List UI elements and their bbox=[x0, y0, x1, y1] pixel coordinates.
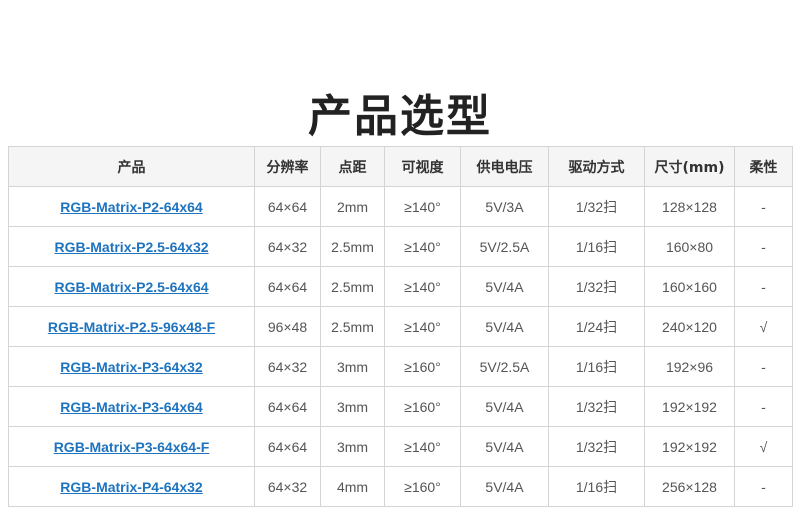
resolution-cell: 64×64 bbox=[254, 386, 321, 427]
size-cell: 160×160 bbox=[644, 266, 735, 307]
header-drive-mode: 驱动方式 bbox=[548, 146, 645, 187]
power-supply-cell: 5V/4A bbox=[460, 426, 549, 467]
viewing-angle-cell: ≥160° bbox=[384, 386, 461, 427]
resolution-cell: 64×64 bbox=[254, 426, 321, 467]
table-row: RGB-Matrix-P4-64x32 64×32 4mm ≥160° 5V/4A 1/1… bbox=[8, 466, 793, 507]
flexible-cell: - bbox=[734, 346, 793, 387]
pitch-cell: 2.5mm bbox=[320, 306, 385, 347]
size-cell: 192×192 bbox=[644, 426, 735, 467]
product-cell: RGB-Matrix-P2-64x64 bbox=[8, 186, 255, 227]
table-row: RGB-Matrix-P2-64x64 64×64 2mm ≥140° 5V/3A 1/3… bbox=[8, 186, 793, 227]
viewing-angle-cell: ≥160° bbox=[384, 466, 461, 507]
table-row: RGB-Matrix-P2.5-64x64 64×64 2.5mm ≥140° 5V/4… bbox=[8, 266, 793, 307]
flexible-cell: - bbox=[734, 226, 793, 267]
flexible-cell: √ bbox=[734, 306, 793, 347]
drive-mode-cell: 1/16扫 bbox=[548, 346, 645, 387]
flexible-cell: - bbox=[734, 186, 793, 227]
viewing-angle-cell: ≥160° bbox=[384, 346, 461, 387]
product-link[interactable]: RGB-Matrix-P3-64x64-F bbox=[54, 439, 210, 455]
viewing-angle-cell: ≥140° bbox=[384, 426, 461, 467]
size-cell: 128×128 bbox=[644, 186, 735, 227]
table-row: RGB-Matrix-P2.5-64x32 64×32 2.5mm ≥140° 5V/2… bbox=[8, 226, 793, 267]
header-product: 产品 bbox=[8, 146, 255, 187]
resolution-cell: 64×64 bbox=[254, 266, 321, 307]
header-viewing-angle: 可视度 bbox=[384, 146, 461, 187]
power-supply-cell: 5V/2.5A bbox=[460, 226, 549, 267]
resolution-cell: 64×32 bbox=[254, 346, 321, 387]
power-supply-cell: 5V/4A bbox=[460, 466, 549, 507]
size-cell: 192×96 bbox=[644, 346, 735, 387]
pitch-cell: 3mm bbox=[320, 386, 385, 427]
product-cell: RGB-Matrix-P2.5-64x64 bbox=[8, 266, 255, 307]
product-cell: RGB-Matrix-P3-64x64 bbox=[8, 386, 255, 427]
drive-mode-cell: 1/16扫 bbox=[548, 466, 645, 507]
product-cell: RGB-Matrix-P2.5-64x32 bbox=[8, 226, 255, 267]
table-header-row: 产品 分辨率 点距 可视度 供电电压 驱动方式 尺寸(mm) 柔性 bbox=[8, 146, 793, 187]
viewing-angle-cell: ≥140° bbox=[384, 186, 461, 227]
drive-mode-cell: 1/24扫 bbox=[548, 306, 645, 347]
viewing-angle-cell: ≥140° bbox=[384, 266, 461, 307]
drive-mode-cell: 1/32扫 bbox=[548, 426, 645, 467]
size-cell: 256×128 bbox=[644, 466, 735, 507]
product-link[interactable]: RGB-Matrix-P2.5-96x48-F bbox=[48, 319, 215, 335]
power-supply-cell: 5V/4A bbox=[460, 386, 549, 427]
product-cell: RGB-Matrix-P3-64x64-F bbox=[8, 426, 255, 467]
pitch-cell: 2mm bbox=[320, 186, 385, 227]
product-cell: RGB-Matrix-P4-64x32 bbox=[8, 466, 255, 507]
table-row: RGB-Matrix-P3-64x32 64×32 3mm ≥160° 5V/2.5A 1… bbox=[8, 346, 793, 387]
size-cell: 192×192 bbox=[644, 386, 735, 427]
product-link[interactable]: RGB-Matrix-P2.5-64x64 bbox=[54, 279, 208, 295]
header-power-supply: 供电电压 bbox=[460, 146, 549, 187]
size-cell: 160×80 bbox=[644, 226, 735, 267]
drive-mode-cell: 1/32扫 bbox=[548, 186, 645, 227]
size-cell: 240×120 bbox=[644, 306, 735, 347]
power-supply-cell: 5V/2.5A bbox=[460, 346, 549, 387]
pitch-cell: 3mm bbox=[320, 426, 385, 467]
resolution-cell: 64×64 bbox=[254, 186, 321, 227]
header-flexible: 柔性 bbox=[734, 146, 793, 187]
pitch-cell: 2.5mm bbox=[320, 226, 385, 267]
power-supply-cell: 5V/4A bbox=[460, 266, 549, 307]
product-link[interactable]: RGB-Matrix-P2-64x64 bbox=[60, 199, 202, 215]
pitch-cell: 4mm bbox=[320, 466, 385, 507]
product-link[interactable]: RGB-Matrix-P3-64x32 bbox=[60, 359, 202, 375]
resolution-cell: 64×32 bbox=[254, 226, 321, 267]
drive-mode-cell: 1/16扫 bbox=[548, 226, 645, 267]
viewing-angle-cell: ≥140° bbox=[384, 306, 461, 347]
drive-mode-cell: 1/32扫 bbox=[548, 386, 645, 427]
pitch-cell: 2.5mm bbox=[320, 266, 385, 307]
power-supply-cell: 5V/4A bbox=[460, 306, 549, 347]
table-row: RGB-Matrix-P2.5-96x48-F 96×48 2.5mm ≥140° 5V… bbox=[8, 306, 793, 347]
table-row: RGB-Matrix-P3-64x64-F 64×64 3mm ≥140° 5V/4A 1… bbox=[8, 426, 793, 467]
header-resolution: 分辨率 bbox=[254, 146, 321, 187]
resolution-cell: 96×48 bbox=[254, 306, 321, 347]
flexible-cell: - bbox=[734, 466, 793, 507]
power-supply-cell: 5V/3A bbox=[460, 186, 549, 227]
table-row: RGB-Matrix-P3-64x64 64×64 3mm ≥160° 5V/4A 1/3… bbox=[8, 386, 793, 427]
viewing-angle-cell: ≥140° bbox=[384, 226, 461, 267]
product-link[interactable]: RGB-Matrix-P3-64x64 bbox=[60, 399, 202, 415]
product-link[interactable]: RGB-Matrix-P4-64x32 bbox=[60, 479, 202, 495]
product-selection-table: 产品 分辨率 点距 可视度 供电电压 驱动方式 尺寸(mm) 柔性 RGB-Ma… bbox=[8, 146, 793, 507]
header-size: 尺寸(mm) bbox=[644, 146, 735, 187]
product-cell: RGB-Matrix-P2.5-96x48-F bbox=[8, 306, 255, 347]
product-link[interactable]: RGB-Matrix-P2.5-64x32 bbox=[54, 239, 208, 255]
header-pitch: 点距 bbox=[320, 146, 385, 187]
pitch-cell: 3mm bbox=[320, 346, 385, 387]
product-cell: RGB-Matrix-P3-64x32 bbox=[8, 346, 255, 387]
page-title: 产品选型 bbox=[308, 91, 492, 142]
flexible-cell: - bbox=[734, 386, 793, 427]
resolution-cell: 64×32 bbox=[254, 466, 321, 507]
drive-mode-cell: 1/32扫 bbox=[548, 266, 645, 307]
flexible-cell: - bbox=[734, 266, 793, 307]
flexible-cell: √ bbox=[734, 426, 793, 467]
